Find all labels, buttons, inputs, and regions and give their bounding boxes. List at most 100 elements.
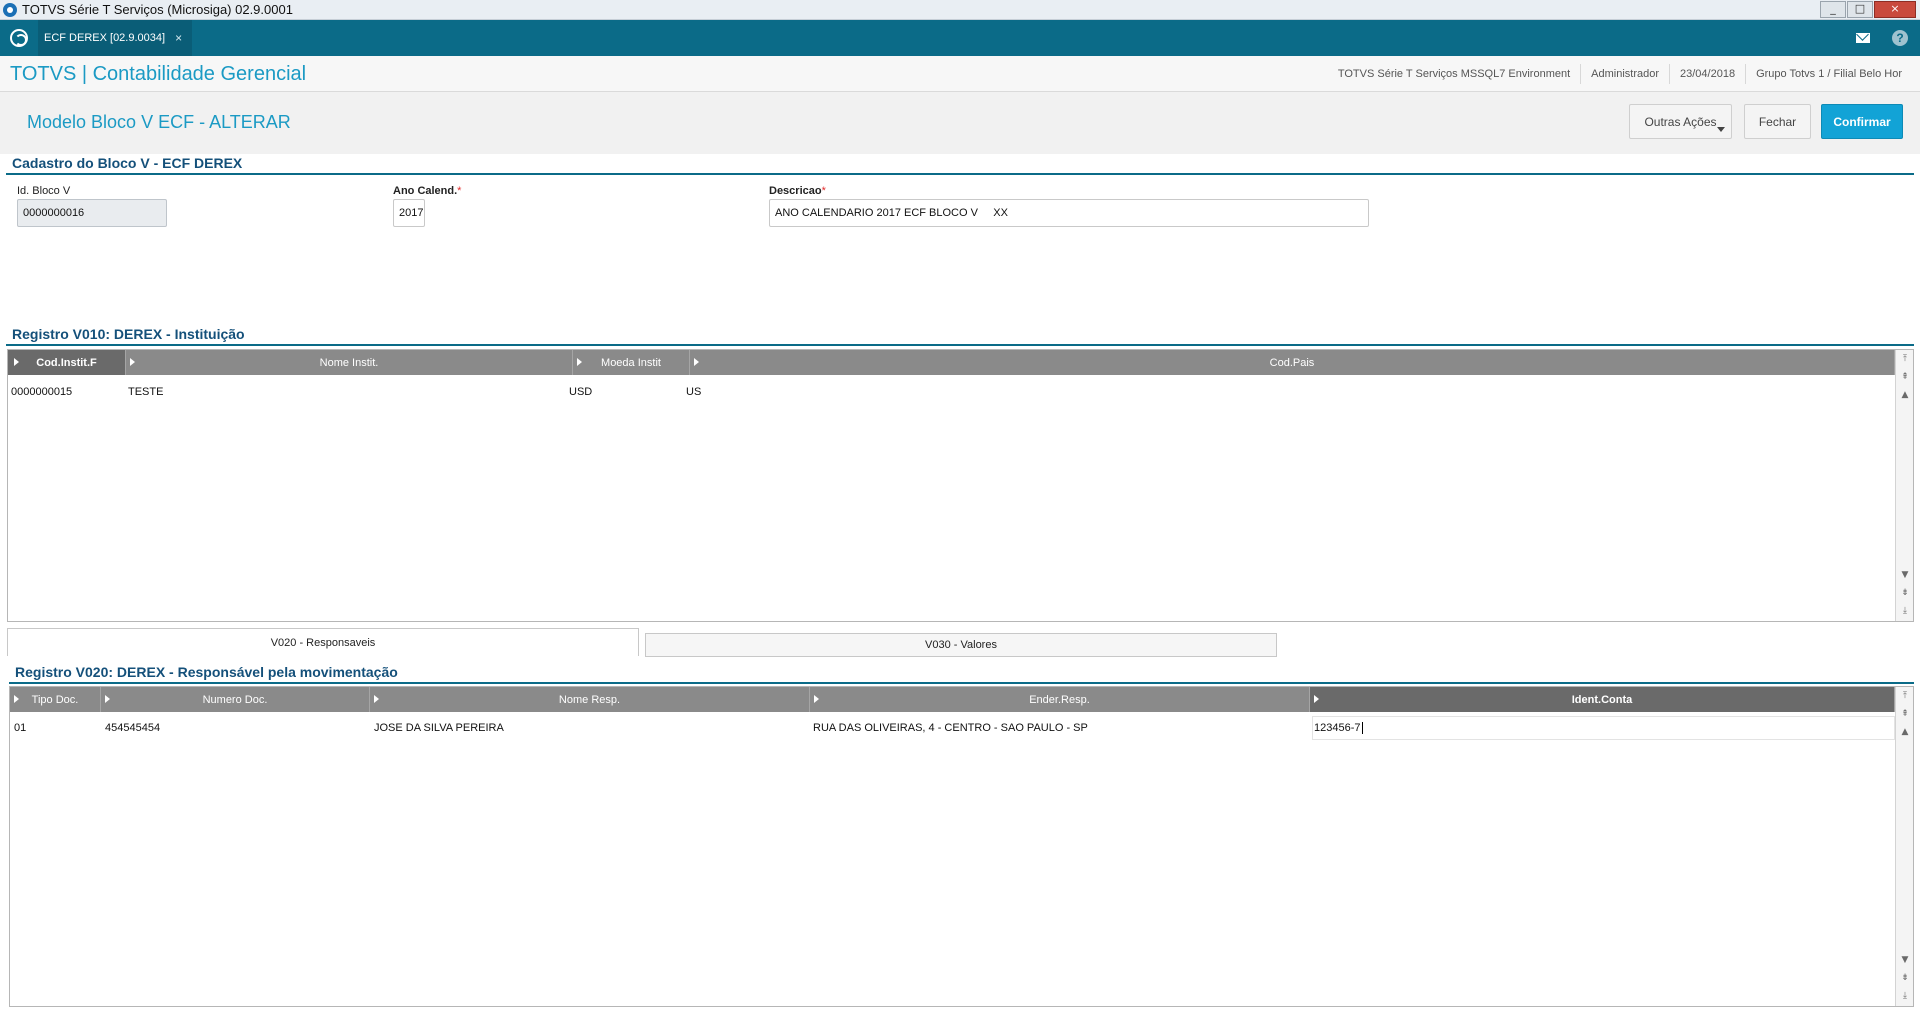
v020-col-label: Ender.Resp. <box>1029 693 1090 706</box>
cadastro-divider <box>6 173 1914 175</box>
v020-cell: JOSE DA SILVA PEREIRA <box>374 722 504 734</box>
descricao-label: Descricao <box>769 185 822 197</box>
v010-cell: 0000000015 <box>11 386 73 398</box>
mail-icon[interactable] <box>1856 33 1870 43</box>
v020-col-label: Ident.Conta <box>1571 693 1633 706</box>
home-icon[interactable] <box>10 29 28 47</box>
tab-close-icon[interactable]: × <box>175 31 182 45</box>
table-row[interactable]: 01 454545454 JOSE DA SILVA PEREIRA RUA D… <box>10 716 1895 740</box>
v010-col-header[interactable]: Nome Instit. <box>126 350 573 375</box>
scroll-bottom-icon[interactable]: ⤓ <box>1900 990 1910 1002</box>
close-window-button[interactable]: × <box>1874 1 1916 18</box>
v020-grid-header: Tipo Doc. Numero Doc. Nome Resp. Ender.R… <box>10 687 1895 712</box>
ano-calend-label: Ano Calend. <box>393 185 458 197</box>
descricao-field[interactable]: ANO CALENDARIO 2017 ECF BLOCO V XX <box>769 199 1369 227</box>
v020-cell: 454545454 <box>105 722 161 734</box>
app-tab-bar: ECF DEREX [02.9.0034] × ? <box>0 20 1920 56</box>
fechar-button[interactable]: Fechar <box>1744 104 1811 139</box>
v020-col-label: Tipo Doc. <box>31 693 79 706</box>
tab-label: ECF DEREX [02.9.0034] <box>44 32 166 44</box>
session-info: TOTVS Série T Serviços MSSQL7 Environmen… <box>1328 56 1912 92</box>
tab-v030-valores[interactable]: V030 - Valores <box>645 633 1277 657</box>
v020-col-label: Nome Resp. <box>558 693 621 706</box>
sort-arrow-icon <box>374 695 379 703</box>
ident-conta-value: 123456-7 <box>1314 722 1361 734</box>
v020-col-header[interactable]: Nome Resp. <box>370 687 810 712</box>
tab-ecf-derex[interactable]: ECF DEREX [02.9.0034] × <box>38 20 193 56</box>
v020-col-header[interactable]: Ender.Resp. <box>810 687 1310 712</box>
maximize-button[interactable]: □ <box>1847 1 1873 18</box>
v010-col-label: Cod.Pais <box>1269 356 1315 369</box>
outras-acoes-label: Outras Ações <box>1644 114 1717 129</box>
v020-grid: Tipo Doc. Numero Doc. Nome Resp. Ender.R… <box>9 686 1914 1007</box>
sort-arrow-icon <box>1314 695 1319 703</box>
v010-col-header[interactable]: Moeda Instit <box>573 350 690 375</box>
scroll-down-icon[interactable]: ▼ <box>1900 569 1910 581</box>
required-mark: * <box>821 185 826 197</box>
help-icon[interactable]: ? <box>1892 30 1908 46</box>
table-row[interactable]: 0000000015 TESTE USD US <box>8 380 1895 404</box>
scroll-up-icon[interactable]: ▲ <box>1900 389 1910 401</box>
v010-grid-header: Cod.Instit.F Nome Instit. Moeda Instit C… <box>8 350 1895 375</box>
window-title-bar: TOTVS Série T Serviços (Microsiga) 02.9.… <box>0 0 1920 20</box>
v010-section-title: Registro V010: DEREX - Instituição <box>12 326 245 342</box>
scroll-top-icon[interactable]: ⤒ <box>1900 690 1910 702</box>
app-header: TOTVS | Contabilidade Gerencial TOTVS Sé… <box>0 56 1920 92</box>
scroll-page-down-icon[interactable]: ⇟ <box>1900 972 1910 984</box>
cadastro-section-title: Cadastro do Bloco V - ECF DEREX <box>12 155 243 171</box>
v010-scrollbar[interactable]: ⤒ ⇞ ▲ ▼ ⇟ ⤓ <box>1895 350 1913 621</box>
sort-arrow-icon <box>130 358 135 366</box>
v010-divider <box>6 344 1914 346</box>
scroll-page-down-icon[interactable]: ⇟ <box>1900 587 1910 599</box>
v010-col-header[interactable]: Cod.Instit.F <box>8 350 126 375</box>
environment-label: TOTVS Série T Serviços MSSQL7 Environmen… <box>1337 68 1571 80</box>
v020-col-header[interactable]: Numero Doc. <box>101 687 370 712</box>
scroll-bottom-icon[interactable]: ⤓ <box>1900 605 1910 617</box>
ano-calend-field[interactable]: 2017 <box>393 199 425 227</box>
v010-col-label: Cod.Instit.F <box>36 356 97 369</box>
v010-col-header[interactable]: Cod.Pais <box>690 350 1895 375</box>
sort-arrow-icon <box>14 695 19 703</box>
descricao-label-wrap: Descricao* <box>769 185 826 197</box>
v010-cell: US <box>686 386 702 398</box>
v010-cell: TESTE <box>128 386 164 398</box>
sort-arrow-icon <box>814 695 819 703</box>
window-controls: _ □ × <box>1820 1 1916 18</box>
id-bloco-label: Id. Bloco V <box>17 185 71 197</box>
text-cursor <box>1361 722 1363 734</box>
v020-section-title: Registro V020: DEREX - Responsável pela … <box>15 664 398 680</box>
sort-arrow-icon <box>577 358 582 366</box>
sort-arrow-icon <box>14 358 19 366</box>
v020-cell: 01 <box>14 722 27 734</box>
user-label: Administrador <box>1580 64 1669 84</box>
v020-scrollbar[interactable]: ⤒ ⇞ ▲ ▼ ⇟ ⤓ <box>1895 687 1913 1006</box>
scroll-page-up-icon[interactable]: ⇞ <box>1900 371 1910 383</box>
ano-calend-label-wrap: Ano Calend.* <box>393 185 461 197</box>
sort-arrow-icon <box>694 358 699 366</box>
id-bloco-field[interactable]: 0000000016 <box>17 199 167 227</box>
scroll-page-up-icon[interactable]: ⇞ <box>1900 708 1910 720</box>
required-mark: * <box>457 185 462 197</box>
scroll-top-icon[interactable]: ⤒ <box>1900 353 1910 365</box>
scroll-down-icon[interactable]: ▼ <box>1900 954 1910 966</box>
branch-label: Grupo Totvs 1 / Filial Belo Hor <box>1745 64 1912 84</box>
scroll-up-icon[interactable]: ▲ <box>1900 726 1910 738</box>
v010-grid: Cod.Instit.F Nome Instit. Moeda Instit C… <box>7 349 1914 622</box>
confirmar-button[interactable]: Confirmar <box>1821 104 1903 139</box>
sort-arrow-icon <box>105 695 110 703</box>
v020-col-header[interactable]: Tipo Doc. <box>10 687 101 712</box>
page-title-bar: Modelo Bloco V ECF - ALTERAR Outras Açõe… <box>0 92 1920 154</box>
v010-col-label: Moeda Instit <box>601 356 661 369</box>
brand-title: TOTVS | Contabilidade Gerencial <box>10 63 307 85</box>
v010-cell: USD <box>569 386 593 398</box>
date-label: 23/04/2018 <box>1669 64 1745 84</box>
outras-acoes-button[interactable]: Outras Ações <box>1629 104 1732 139</box>
v020-col-header[interactable]: Ident.Conta <box>1310 687 1895 712</box>
ident-conta-edit-cell[interactable]: 123456-7 <box>1312 716 1895 740</box>
minimize-button[interactable]: _ <box>1820 1 1846 18</box>
window-title: TOTVS Série T Serviços (Microsiga) 02.9.… <box>22 2 293 17</box>
app-logo-icon <box>3 2 17 17</box>
v020-divider <box>9 682 1914 684</box>
v020-col-label: Numero Doc. <box>202 693 268 706</box>
tab-v020-responsaveis[interactable]: V020 - Responsaveis <box>7 628 639 656</box>
